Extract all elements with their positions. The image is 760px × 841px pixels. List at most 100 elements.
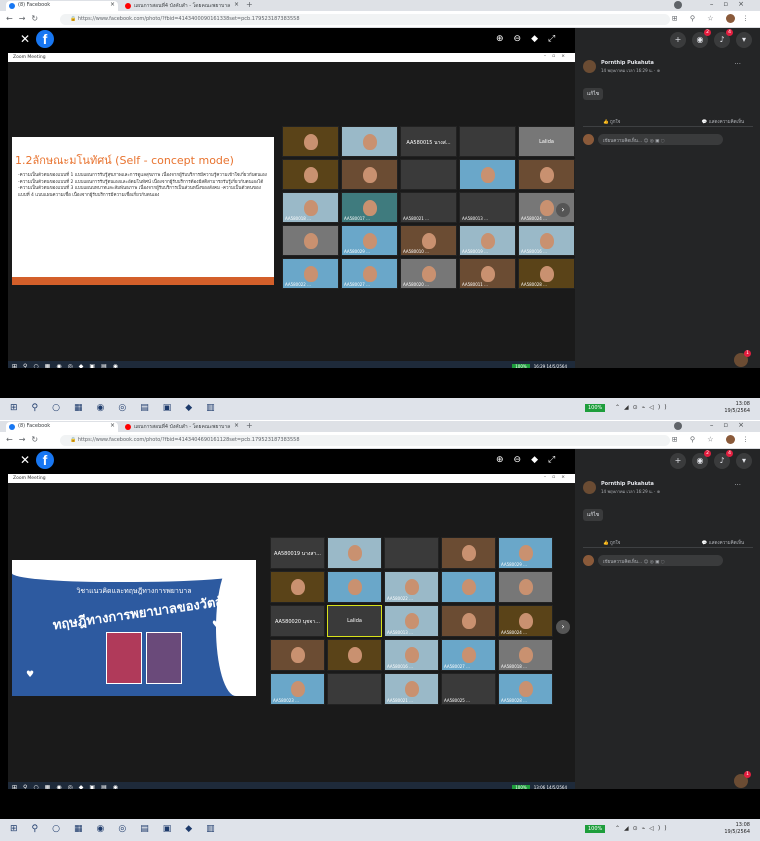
participant-tile[interactable] [441, 571, 496, 603]
account-menu-icon[interactable]: ▾ [736, 32, 752, 48]
close-icon[interactable]: ✕ [20, 453, 30, 467]
participant-tile[interactable]: AA580022 ... [282, 258, 339, 289]
nav-buttons[interactable]: ←→↻ [6, 14, 44, 23]
browser-toolbar-icons[interactable]: ⊞ ⚲ ☆ ⋮ [672, 14, 754, 23]
participant-tile[interactable] [384, 537, 439, 569]
comment-input[interactable]: เขียนความคิดเห็น... ☺ ◎ ▣ ◌ [598, 555, 723, 566]
tray-icons[interactable]: ⌃◢⊙⌁◁)) [615, 825, 671, 832]
participant-tile[interactable] [400, 159, 457, 190]
comment-input[interactable]: เขียนความคิดเห็น... ☺ ◎ ▣ ◌ [598, 134, 723, 145]
participant-tile[interactable] [441, 605, 496, 637]
participant-tile[interactable] [441, 537, 496, 569]
participant-tile[interactable] [518, 159, 575, 190]
url-field[interactable]: 🔒 https://www.facebook.com/photo/?fbid=4… [60, 14, 670, 25]
close-tab-icon[interactable]: × [234, 1, 239, 8]
tab-youtube[interactable]: แผนการสอนที่4 บังคับสำ - โดยคณะพยาบาล × [122, 1, 242, 11]
comment-button[interactable]: 💬 แสดงความคิดเห็น [702, 541, 760, 546]
participant-tile[interactable]: AA580027 ... [341, 258, 398, 289]
participant-tile[interactable] [270, 639, 325, 671]
participant-tile[interactable]: AA580022 ... [384, 571, 439, 603]
tab-facebook[interactable]: (8) Facebook × [6, 422, 118, 432]
participant-tile[interactable] [327, 639, 382, 671]
participant-tile[interactable]: Lalida [518, 126, 575, 157]
participant-tile[interactable] [341, 159, 398, 190]
facebook-logo-icon[interactable]: f [36, 30, 54, 48]
participant-tile[interactable]: Lalida [327, 605, 382, 637]
taskbar-icons[interactable]: ⊞⚲○▦◉◎▤▣◆▥ [10, 403, 229, 413]
chat-head-avatar[interactable]: 1 [734, 350, 751, 367]
close-tab-icon[interactable]: × [110, 1, 115, 8]
participant-tile[interactable]: AA580013 ... [384, 605, 439, 637]
taskbar-icons[interactable]: ⊞⚲○▦◉◎▤▣◆▥ [10, 824, 229, 834]
new-tab-button[interactable]: + [246, 0, 253, 9]
participant-tile[interactable]: AA580019 นางสา... [270, 537, 325, 569]
participant-tile[interactable]: AA580017 ... [341, 192, 398, 223]
participant-tile[interactable] [327, 571, 382, 603]
participant-tile[interactable] [282, 126, 339, 157]
participant-tile[interactable]: AA580019 ... [459, 225, 516, 256]
tab-youtube[interactable]: แผนการสอนที่4 บังคับสำ - โดยคณะพยาบาล × [122, 422, 242, 432]
chat-head-avatar[interactable]: 1 [734, 771, 751, 788]
edit-button[interactable]: แก้ไข [583, 509, 604, 521]
participant-tile[interactable] [498, 571, 553, 603]
participant-tile[interactable]: AA580023 ... [270, 673, 325, 705]
participant-tile[interactable]: AA580011 ... [459, 258, 516, 289]
author-name[interactable]: Pornthip Pukahuta [601, 481, 654, 487]
participant-tile[interactable] [270, 571, 325, 603]
create-icon[interactable]: + [670, 32, 686, 48]
participant-tile[interactable]: AA580027 ... [441, 639, 496, 671]
participant-tile[interactable]: AA580013 ... [459, 192, 516, 223]
author-name[interactable]: Pornthip Pukahuta [601, 60, 654, 66]
more-options-icon[interactable]: ··· [734, 481, 741, 489]
participant-tile[interactable]: AA580010 ... [400, 225, 457, 256]
participant-tile[interactable]: AA580018 ... [498, 639, 553, 671]
author-avatar[interactable] [583, 481, 596, 494]
participant-tile[interactable]: AA580016 ... [518, 225, 575, 256]
window-controls[interactable]: –▫× [710, 421, 754, 429]
author-avatar[interactable] [583, 60, 596, 73]
participant-tile[interactable]: AA580025 ... [441, 673, 496, 705]
participant-tile[interactable]: AA580028 ... [498, 673, 553, 705]
profile-avatar[interactable] [725, 435, 735, 444]
participant-tile[interactable]: AA580020 นุชจา... [270, 605, 325, 637]
zoom-window-controls[interactable]: –▫× [544, 54, 571, 59]
post-time[interactable]: 14 พฤษภาคม เวลา 16:29 น. · ⊕ [601, 67, 660, 74]
account-menu-icon[interactable]: ▾ [736, 453, 752, 469]
messenger-icon[interactable]: ◉ 2 [692, 450, 711, 469]
account-icon[interactable] [674, 422, 682, 430]
participant-tile[interactable]: AA580029 ... [341, 225, 398, 256]
participant-tile[interactable] [282, 159, 339, 190]
participant-tile[interactable]: AA580018 ... [282, 192, 339, 223]
participant-tile[interactable]: AA580021 ... [400, 192, 457, 223]
tab-facebook[interactable]: (8) Facebook × [6, 1, 118, 11]
participant-tile[interactable]: AA580028 ... [518, 258, 575, 289]
tray-icons[interactable]: ⌃◢⊙⌁◁)) [615, 404, 671, 411]
participant-tile[interactable] [327, 673, 382, 705]
browser-toolbar-icons[interactable]: ⊞ ⚲ ☆ ⋮ [672, 435, 754, 444]
facebook-logo-icon[interactable]: f [36, 451, 54, 469]
comment-button[interactable]: 💬 แสดงความคิดเห็น [702, 120, 760, 125]
messenger-icon[interactable]: ◉ 2 [692, 29, 711, 48]
participant-tile[interactable]: AA580016 ... [384, 639, 439, 671]
url-field[interactable]: 🔒 https://www.facebook.com/photo/?fbid=4… [60, 435, 670, 446]
post-time[interactable]: 14 พฤษภาคม เวลา 16:29 น. · ⊕ [601, 488, 660, 495]
participant-tile[interactable]: AA580020 ... [400, 258, 457, 289]
close-tab-icon[interactable]: × [110, 422, 115, 429]
participant-tile[interactable]: AA580015 นางส่... [400, 126, 457, 157]
nav-buttons[interactable]: ←→↻ [6, 435, 44, 444]
participant-tile[interactable]: AA580029 ... [498, 537, 553, 569]
participant-tile[interactable] [282, 225, 339, 256]
participant-tile[interactable]: AA580021 ... [384, 673, 439, 705]
new-tab-button[interactable]: + [246, 421, 253, 430]
gallery-next-arrow[interactable]: › [556, 620, 570, 634]
zoom-window-controls[interactable]: –▫× [544, 475, 571, 480]
window-controls[interactable]: –▫× [710, 0, 754, 8]
photo-tools[interactable]: ⊕⊖◆⤢ [496, 455, 565, 465]
notifications-icon[interactable]: ♪ 4 [714, 450, 733, 469]
close-tab-icon[interactable]: × [234, 422, 239, 429]
gallery-next-arrow[interactable]: › [556, 203, 570, 217]
create-icon[interactable]: + [670, 453, 686, 469]
participant-tile[interactable] [459, 126, 516, 157]
more-options-icon[interactable]: ··· [734, 60, 741, 68]
edit-button[interactable]: แก้ไข [583, 88, 604, 100]
